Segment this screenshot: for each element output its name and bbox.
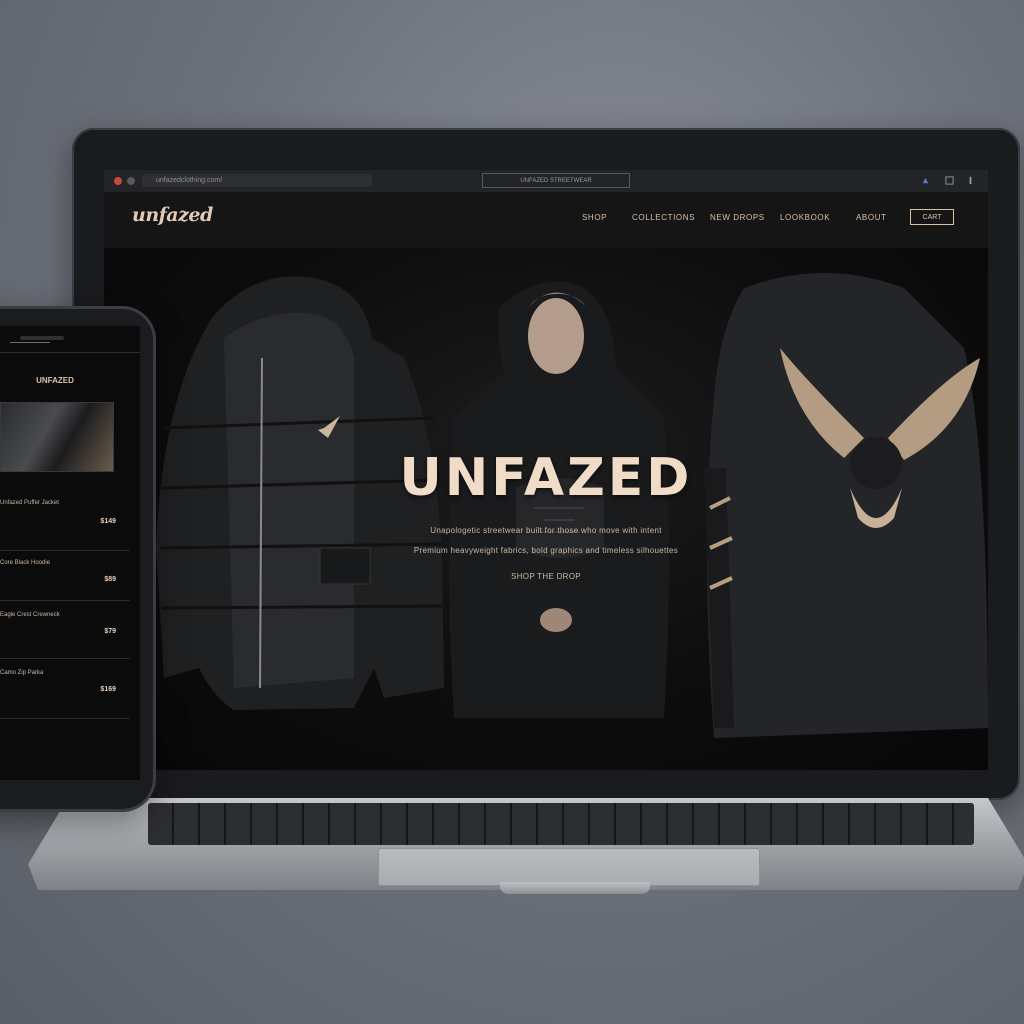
phone-speaker bbox=[20, 336, 64, 340]
nav-lookbook[interactable]: LOOKBOOK bbox=[780, 213, 830, 222]
keyboard bbox=[148, 803, 974, 845]
phone-product-row[interactable]: Core Black Hoodie $89 bbox=[0, 550, 130, 601]
laptop-screen: unfazedclothing.com/ UNFAZED STREETWEAR … bbox=[104, 170, 988, 770]
product-name: Camo Zip Parka bbox=[0, 670, 44, 676]
product-name: Unfazed Puffer Jacket bbox=[0, 500, 59, 506]
brand-logo[interactable]: unfazed bbox=[132, 204, 213, 226]
hero-tagline: Unapologetic streetwear built for those … bbox=[430, 526, 662, 535]
product-price: $89 bbox=[104, 576, 116, 583]
nav-shop[interactable]: SHOP bbox=[582, 213, 607, 222]
phone-menu-line bbox=[10, 342, 50, 343]
hero-cta-link[interactable]: SHOP THE DROP bbox=[104, 572, 988, 581]
phone-product-row[interactable]: Camo Zip Parka $169 bbox=[0, 658, 130, 719]
nav-about[interactable]: ABOUT bbox=[856, 213, 887, 222]
hero-section: UNFAZED Unapologetic streetwear built fo… bbox=[104, 248, 988, 770]
hero-description: Premium heavyweight fabrics, bold graphi… bbox=[413, 546, 679, 555]
product-price: $149 bbox=[100, 518, 116, 525]
menu-icon[interactable] bbox=[966, 176, 975, 185]
phone-title: UNFAZED bbox=[36, 376, 74, 385]
laptop-notch bbox=[500, 882, 650, 894]
site-header: unfazed SHOP COLLECTIONS NEW DROPS LOOKB… bbox=[104, 192, 988, 248]
hero-product-image bbox=[156, 273, 988, 738]
product-price: $79 bbox=[104, 628, 116, 635]
phone-screen: UNFAZED Unfazed Puffer Jacket $149 Core … bbox=[0, 326, 140, 780]
extension-icon[interactable] bbox=[921, 176, 930, 185]
cart-button[interactable]: CART bbox=[910, 209, 954, 225]
phone-product-row[interactable]: Eagle Crest Crewneck $79 bbox=[0, 600, 130, 659]
phone-product-row[interactable]: Unfazed Puffer Jacket $149 bbox=[0, 486, 130, 551]
close-dot-icon[interactable] bbox=[114, 177, 122, 185]
trackpad bbox=[378, 848, 760, 886]
product-name: Core Black Hoodie bbox=[0, 560, 51, 566]
nav-new-drops[interactable]: NEW DROPS bbox=[710, 213, 765, 222]
window-icon[interactable] bbox=[945, 176, 954, 185]
hero-title: UNFAZED bbox=[399, 448, 693, 508]
product-name: Eagle Crest Crewneck bbox=[0, 612, 60, 618]
reload-icon[interactable] bbox=[127, 177, 135, 185]
product-price: $169 bbox=[100, 686, 116, 693]
nav-collections[interactable]: COLLECTIONS bbox=[632, 213, 695, 222]
phone-banner-image[interactable] bbox=[0, 402, 114, 472]
browser-toolbar: unfazedclothing.com/ UNFAZED STREETWEAR bbox=[104, 170, 988, 193]
browser-tab[interactable]: UNFAZED STREETWEAR bbox=[482, 173, 630, 188]
address-bar[interactable]: unfazedclothing.com/ bbox=[142, 174, 372, 187]
